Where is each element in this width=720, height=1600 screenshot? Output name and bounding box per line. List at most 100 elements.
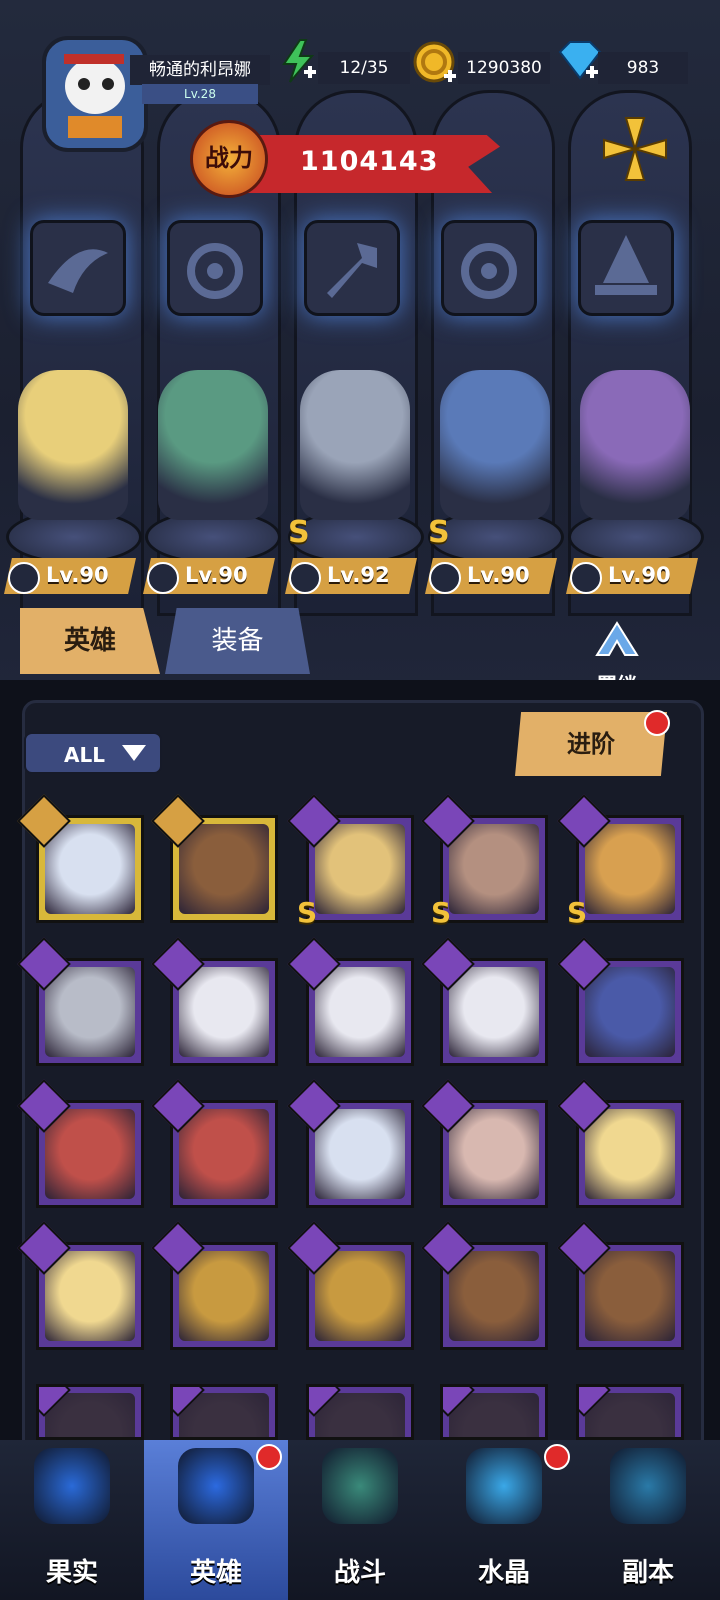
lineup-level-tag: Lv.90 — [425, 558, 557, 594]
battle-icon — [322, 1448, 398, 1524]
nav-label: 果实 — [45, 1558, 98, 1588]
notification-dot — [256, 1444, 282, 1470]
energy-value: 12/35 — [318, 52, 410, 84]
hero-card[interactable] — [287, 937, 414, 1066]
beast-class-emblem-icon — [441, 220, 537, 316]
hero-portrait — [315, 824, 405, 914]
lineup-level-tag: Lv.90 — [566, 558, 698, 594]
tab-equipment[interactable]: 装备 — [165, 608, 310, 674]
lineup-hero-troll[interactable] — [440, 370, 550, 520]
tab-hero[interactable]: 英雄 — [20, 608, 160, 674]
hero-card[interactable] — [17, 1221, 144, 1350]
hero-portrait — [315, 1109, 405, 1199]
s-rank-badge: S — [297, 896, 318, 929]
settings-flower-icon[interactable] — [598, 112, 672, 186]
dungeon-icon — [610, 1448, 686, 1524]
hero-portrait — [449, 824, 539, 914]
hero-portrait — [449, 1251, 539, 1341]
hero-card[interactable] — [421, 1221, 548, 1350]
nav-item-dungeon[interactable]: 副本 — [576, 1440, 720, 1600]
hero-card[interactable] — [557, 1079, 684, 1208]
nav-label: 英雄 — [189, 1558, 242, 1588]
player-avatar[interactable] — [42, 36, 148, 152]
hero-card[interactable] — [421, 937, 548, 1066]
hero-card[interactable] — [440, 1384, 548, 1440]
hero-portrait — [585, 1251, 675, 1341]
hero-card[interactable] — [421, 1079, 548, 1208]
chevron-down-icon — [122, 745, 146, 761]
hero-portrait — [585, 967, 675, 1057]
hero-card[interactable]: S — [287, 794, 414, 929]
hero-card[interactable] — [576, 1384, 684, 1440]
energy-icon[interactable] — [278, 38, 318, 84]
nav-label: 战斗 — [333, 1558, 386, 1588]
witch-hat-class-emblem-icon — [578, 220, 674, 316]
lineup-level: Lv.90 — [608, 563, 671, 587]
witch-hat-icon — [570, 562, 602, 594]
nav-item-crystal[interactable]: 水晶 — [432, 1440, 576, 1600]
hero-card[interactable] — [287, 1221, 414, 1350]
hero-card[interactable] — [151, 1079, 278, 1208]
hero-card[interactable] — [151, 937, 278, 1066]
hero-card[interactable] — [36, 1384, 144, 1440]
diamond-icon[interactable] — [552, 40, 602, 84]
lineup-hero-medusa[interactable] — [158, 370, 268, 520]
hero-portrait — [179, 824, 269, 914]
wing-class-emblem-icon — [30, 220, 126, 316]
hero-portrait — [179, 1251, 269, 1341]
lineup-hero-angel[interactable] — [18, 370, 128, 520]
lineup-level-tag: Lv.90 — [4, 558, 136, 594]
nav-item-hero-hat[interactable]: 英雄 — [144, 1440, 288, 1600]
hero-card[interactable] — [557, 937, 684, 1066]
hero-card[interactable] — [287, 1079, 414, 1208]
diamond-value: 983 — [598, 52, 688, 84]
gold-coin-icon[interactable] — [412, 40, 458, 86]
combat-power-badge: 战力 — [190, 120, 268, 198]
beast-icon — [147, 562, 179, 594]
hero-portrait — [449, 967, 539, 1057]
notification-dot — [544, 1444, 570, 1470]
wrench-icon — [289, 562, 321, 594]
combat-power-value: 1104143 — [300, 146, 439, 177]
hero-portrait — [585, 824, 675, 914]
nav-item-battle[interactable]: 战斗 — [288, 1440, 432, 1600]
hero-card[interactable]: S — [421, 794, 548, 929]
s-rank-badge: S — [567, 896, 588, 929]
hero-portrait — [179, 967, 269, 1057]
crystal-icon — [466, 1448, 542, 1524]
wrench-class-emblem-icon — [304, 220, 400, 316]
hero-card[interactable] — [17, 794, 144, 923]
player-name: 畅通的利昂娜 — [130, 55, 270, 85]
hero-card[interactable]: S — [557, 794, 684, 929]
lineup-level-tag: Lv.92 — [285, 558, 417, 594]
fruit-icon — [34, 1448, 110, 1524]
hero-card[interactable] — [17, 1079, 144, 1208]
hero-card[interactable] — [151, 1221, 278, 1350]
hero-card[interactable] — [557, 1221, 684, 1350]
s-rank-badge: S — [288, 515, 310, 550]
lineup-hero-nun[interactable] — [580, 370, 690, 520]
hero-card[interactable] — [17, 937, 144, 1066]
lineup-level: Lv.92 — [327, 563, 390, 587]
wing-icon — [8, 562, 40, 594]
hero-hat-icon — [178, 1448, 254, 1524]
hero-portrait — [315, 967, 405, 1057]
hero-card[interactable] — [151, 794, 278, 923]
nav-label: 水晶 — [477, 1558, 530, 1588]
hero-card[interactable] — [170, 1384, 278, 1440]
nav-label: 副本 — [621, 1558, 674, 1588]
hero-portrait — [45, 1109, 135, 1199]
hero-portrait — [449, 1109, 539, 1199]
lineup-level: Lv.90 — [46, 563, 109, 587]
nav-item-fruit[interactable]: 果实 — [0, 1440, 144, 1600]
gold-value: 1290380 — [458, 52, 550, 84]
lineup-level: Lv.90 — [467, 563, 530, 587]
player-level: Lv.28 — [142, 84, 258, 104]
lineup-hero-robot[interactable] — [300, 370, 410, 520]
hero-portrait — [179, 1109, 269, 1199]
hero-card[interactable] — [306, 1384, 414, 1440]
hero-portrait — [315, 1251, 405, 1341]
notification-dot — [644, 710, 670, 736]
hero-portrait — [45, 1251, 135, 1341]
bond-icon — [595, 621, 639, 656]
